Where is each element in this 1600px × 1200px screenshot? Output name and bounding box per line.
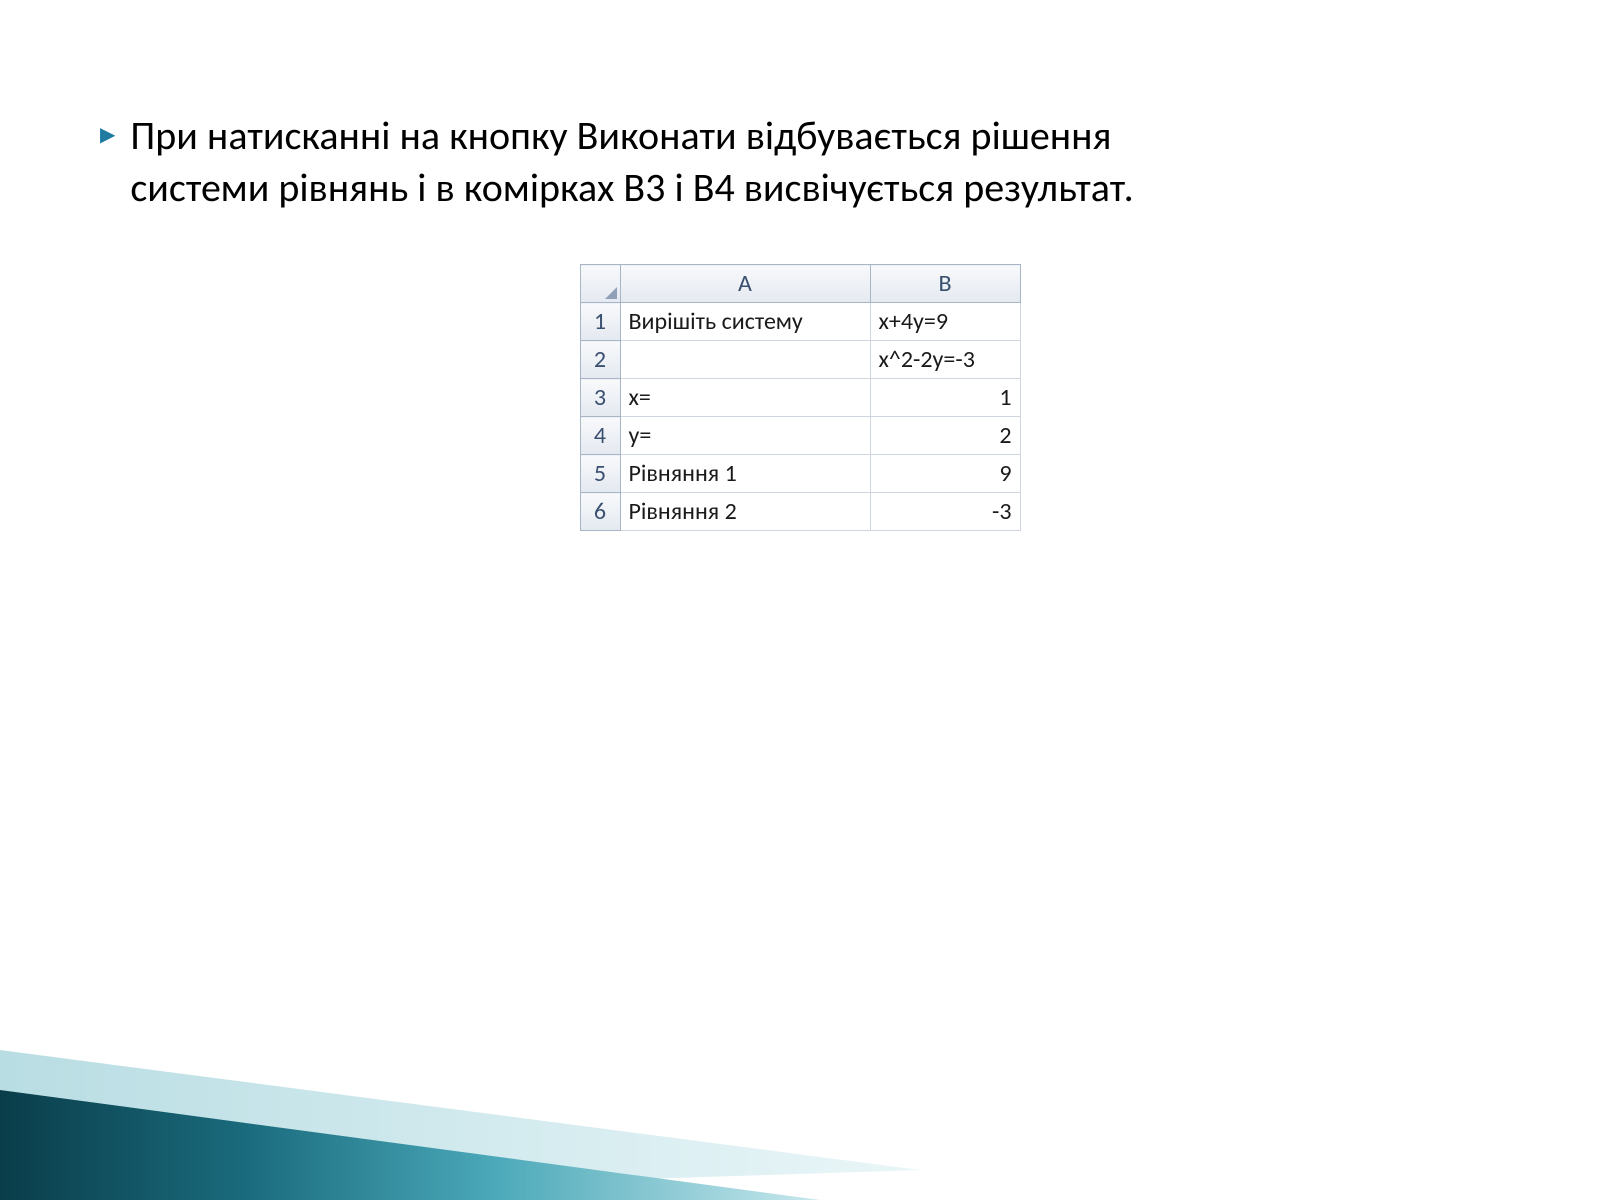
row-header[interactable]: 3 (580, 379, 620, 417)
bullet-item: ▶ При натисканні на кнопку Виконати відб… (100, 110, 1500, 214)
table-row: 4 y= 2 (580, 417, 1020, 455)
table-row: 5 Рівняння 1 9 (580, 455, 1020, 493)
table-row: 1 Вирішіть систему x+4y=9 (580, 303, 1020, 341)
cell-b4[interactable]: 2 (870, 417, 1020, 455)
corner-cell[interactable] (580, 265, 620, 303)
spreadsheet-body: 1 Вирішіть систему x+4y=9 2 x^2-2y=-3 3 … (580, 303, 1020, 531)
cell-a6[interactable]: Рівняння 2 (620, 493, 870, 531)
cell-a1[interactable]: Вирішіть систему (620, 303, 870, 341)
row-header[interactable]: 5 (580, 455, 620, 493)
table-row: 3 x= 1 (580, 379, 1020, 417)
row-header[interactable]: 1 (580, 303, 620, 341)
column-header-a[interactable]: A (620, 265, 870, 303)
cell-b5[interactable]: 9 (870, 455, 1020, 493)
cell-a2[interactable] (620, 341, 870, 379)
slide-text: При натисканні на кнопку Виконати відбув… (130, 110, 1180, 214)
row-header[interactable]: 2 (580, 341, 620, 379)
cell-b2[interactable]: x^2-2y=-3 (870, 341, 1020, 379)
cell-a5[interactable]: Рівняння 1 (620, 455, 870, 493)
bullet-triangle-icon: ▶ (100, 122, 115, 147)
cell-b3[interactable]: 1 (870, 379, 1020, 417)
row-header[interactable]: 4 (580, 417, 620, 455)
decorative-corner-shape (0, 920, 1000, 1200)
spreadsheet-table: A B 1 Вирішіть систему x+4y=9 2 x^2-2y=-… (580, 264, 1021, 531)
select-all-triangle-icon (605, 287, 617, 299)
cell-a4[interactable]: y= (620, 417, 870, 455)
column-header-b[interactable]: B (870, 265, 1020, 303)
cell-b6[interactable]: -3 (870, 493, 1020, 531)
row-header[interactable]: 6 (580, 493, 620, 531)
table-row: 2 x^2-2y=-3 (580, 341, 1020, 379)
spreadsheet-container: A B 1 Вирішіть систему x+4y=9 2 x^2-2y=-… (100, 264, 1500, 531)
column-header-row: A B (580, 265, 1020, 303)
cell-b1[interactable]: x+4y=9 (870, 303, 1020, 341)
cell-a3[interactable]: x= (620, 379, 870, 417)
slide-content: ▶ При натисканні на кнопку Виконати відб… (0, 0, 1600, 531)
table-row: 6 Рівняння 2 -3 (580, 493, 1020, 531)
